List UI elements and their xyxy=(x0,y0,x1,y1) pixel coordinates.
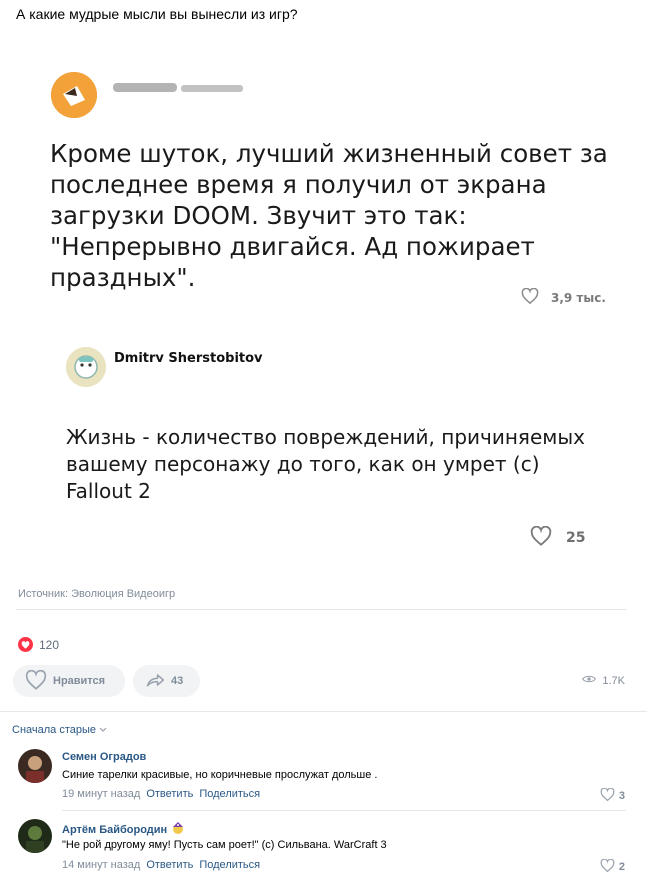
share-link[interactable]: Поделиться xyxy=(199,859,260,871)
screenshot-like: 25 xyxy=(530,525,586,550)
screenshot-like-count: 25 xyxy=(566,530,586,546)
comments-sort-dropdown[interactable]: Сначала старые xyxy=(12,724,107,736)
comment-text: Синие тарелки красивые, но коричневые пр… xyxy=(62,769,378,781)
avatar[interactable] xyxy=(18,749,52,783)
heart-outline-icon xyxy=(521,287,539,307)
comment-time[interactable]: 14 минут назад xyxy=(62,859,140,871)
divider xyxy=(0,711,647,712)
reply-link[interactable]: Ответить xyxy=(146,788,193,800)
comment-author-name: Артём Байбородин xyxy=(62,823,168,836)
screenshot-author-avatar xyxy=(51,72,97,118)
like-button[interactable]: Нравится xyxy=(13,665,125,697)
chevron-down-icon xyxy=(99,724,107,736)
screenshot-quote-text: Жизнь - количество повреждений, причиняе… xyxy=(66,425,585,503)
heart-outline-icon xyxy=(25,669,47,693)
comment-like-count: 3 xyxy=(618,790,625,802)
heart-outline-icon xyxy=(600,787,615,804)
reply-link[interactable]: Ответить xyxy=(146,859,193,871)
post-title: А какие мудрые мысли вы вынесли из игр? xyxy=(16,6,298,22)
pirate-badge-icon xyxy=(171,821,185,838)
screenshot-author-name: Dmitry Sherstobitov xyxy=(114,351,263,362)
screenshot-like: 3,9 тыс. xyxy=(521,287,606,307)
post-source: Источник: Эволюция Видеоигр xyxy=(18,588,176,600)
share-arrow-icon xyxy=(145,671,165,692)
heart-outline-icon xyxy=(530,525,552,550)
divider xyxy=(16,609,626,610)
share-link[interactable]: Поделиться xyxy=(199,788,260,800)
comment-text: "Не рой другому яму! Пусть сам роет!" (с… xyxy=(62,839,387,851)
comment-like-count: 2 xyxy=(618,861,625,873)
comment-time[interactable]: 19 минут назад xyxy=(62,788,140,800)
screenshot-author-avatar xyxy=(66,347,106,387)
comment-meta: 14 минут назад Ответить Поделиться xyxy=(62,859,260,871)
comment-like-button[interactable]: 2 xyxy=(600,858,625,875)
reactions-summary[interactable]: 120 xyxy=(18,637,59,652)
heart-outline-icon xyxy=(600,858,615,875)
comment-author[interactable]: Артём Байбородин xyxy=(62,821,185,838)
views-counter: 1.7K xyxy=(582,674,625,687)
blurred-author-name xyxy=(113,78,263,96)
share-count: 43 xyxy=(171,675,184,687)
comment-author[interactable]: Семен Оградов xyxy=(62,751,146,763)
views-count: 1.7K xyxy=(602,674,625,687)
like-label: Нравится xyxy=(53,675,106,687)
divider xyxy=(62,810,626,811)
eye-icon xyxy=(582,674,597,687)
sort-label: Сначала старые xyxy=(12,724,97,736)
screenshot-quote-text: Кроме шуток, лучший жизненный совет за п… xyxy=(50,139,608,292)
screenshot-like-count: 3,9 тыс. xyxy=(551,290,606,305)
comment-like-button[interactable]: 3 xyxy=(600,787,625,804)
comment-meta: 19 минут назад Ответить Поделиться xyxy=(62,788,260,800)
share-button[interactable]: 43 xyxy=(133,665,200,697)
avatar[interactable] xyxy=(18,819,52,853)
heart-filled-icon xyxy=(18,637,33,652)
reactions-count: 120 xyxy=(39,637,60,652)
